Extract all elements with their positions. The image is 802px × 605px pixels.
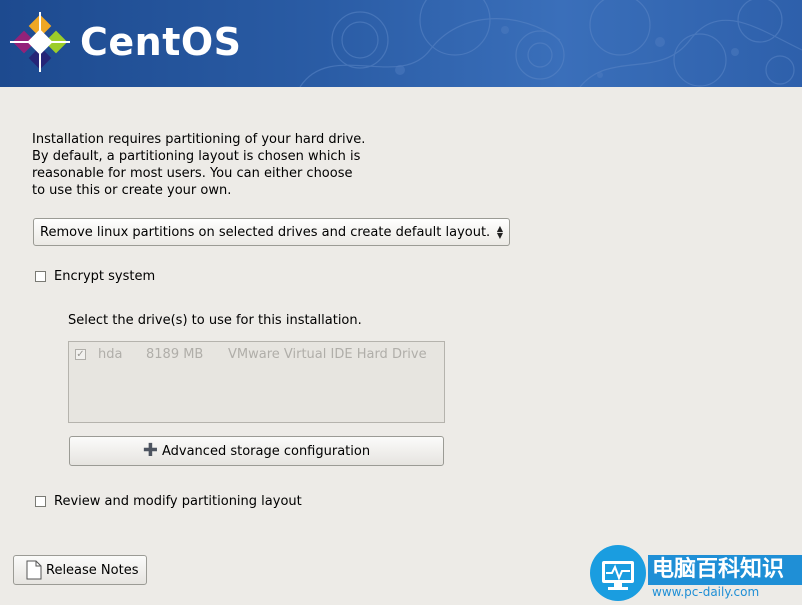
drive-checkbox-checked-icon[interactable]: ✓ (75, 349, 86, 360)
watermark-title: 电脑百科知识 (648, 555, 802, 585)
encrypt-system-label: Encrypt system (54, 269, 156, 284)
drive-name: hda (98, 347, 123, 362)
advanced-storage-button-label: Advanced storage configuration (161, 443, 371, 459)
centos-logo-icon (10, 12, 70, 72)
document-icon (26, 560, 42, 580)
encrypt-system-checkbox[interactable] (35, 271, 46, 282)
review-partitioning-label: Review and modify partitioning layout (54, 494, 302, 509)
partition-layout-selected-value: Remove linux partitions on selected driv… (40, 224, 491, 240)
encrypt-system-checkbox-row[interactable]: Encrypt system (35, 269, 155, 284)
drive-size: 8189 MB (146, 347, 204, 362)
release-notes-label: Release Notes (46, 562, 139, 578)
drive-model: VMware Virtual IDE Hard Drive (228, 347, 427, 362)
dropdown-arrows-icon: ▲ ▼ (496, 224, 504, 240)
drive-selection-label: Select the drive(s) to use for this inst… (68, 313, 362, 328)
site-watermark: 电脑百科知识 www.pc-daily.com (590, 543, 802, 601)
intro-text: Installation requires partitioning of yo… (32, 132, 366, 198)
watermark-monitor-icon (590, 545, 646, 601)
watermark-url: www.pc-daily.com (652, 585, 760, 599)
brand-wordmark: CentOS (80, 20, 242, 64)
header-banner: CentOS (0, 0, 802, 87)
advanced-storage-configuration-button[interactable]: ✚ Advanced storage configuration (69, 436, 444, 466)
release-notes-button[interactable]: Release Notes (13, 555, 147, 585)
partition-layout-select[interactable]: Remove linux partitions on selected driv… (33, 218, 510, 246)
monitor-heartbeat-icon (602, 561, 634, 590)
plus-icon: ✚ (142, 440, 158, 461)
drive-list[interactable]: ✓ hda 8189 MB VMware Virtual IDE Hard Dr… (68, 341, 445, 423)
review-partitioning-checkbox[interactable] (35, 496, 46, 507)
drive-selection-text: Select the drive(s) to use for this inst… (68, 313, 362, 328)
drive-list-item[interactable]: ✓ hda 8189 MB VMware Virtual IDE Hard Dr… (75, 347, 427, 362)
review-partitioning-checkbox-row[interactable]: Review and modify partitioning layout (35, 494, 302, 509)
